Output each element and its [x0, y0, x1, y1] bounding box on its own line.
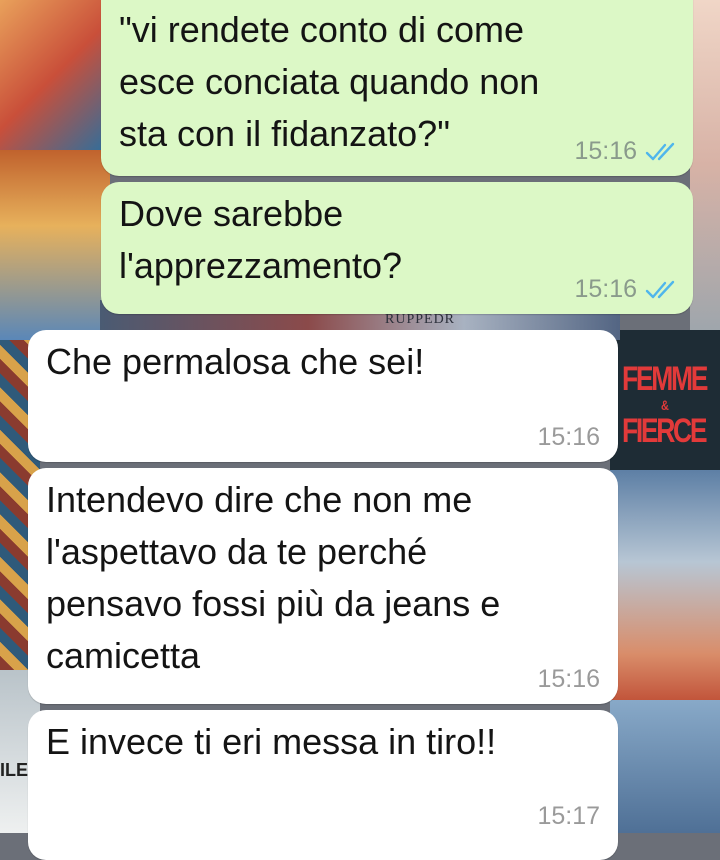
message-meta: 15:17 — [537, 802, 600, 831]
wallpaper-corner-text: ILE — [0, 760, 29, 780]
message-meta: 15:16 — [574, 275, 679, 304]
wallpaper-magazine-amp: & — [661, 397, 669, 413]
message-text: Intendevo dire che non me l'aspettavo da… — [46, 479, 501, 676]
message-bubble-incoming[interactable]: E invece ti eri messa in tiro!! 15:17 — [28, 710, 618, 860]
message-meta: 15:16 — [537, 423, 600, 452]
message-meta: 15:16 — [537, 665, 600, 694]
message-time: 15:16 — [574, 275, 637, 303]
wallpaper-tile — [610, 700, 720, 833]
message-text: "vi rendete conto di come esce conciata … — [119, 9, 540, 154]
double-check-read-icon — [645, 142, 675, 160]
message-time: 15:16 — [537, 665, 600, 693]
wallpaper-tile — [0, 0, 110, 150]
wallpaper-tile — [690, 0, 720, 330]
message-bubble-incoming[interactable]: Intendevo dire che non me l'aspettavo da… — [28, 468, 618, 704]
wallpaper-magazine-title: FEMME & FIERCE — [622, 360, 708, 450]
message-bubble-incoming[interactable]: Che permalosa che sei! 15:16 — [28, 330, 618, 462]
wallpaper-tile — [0, 150, 110, 340]
message-time: 15:16 — [574, 137, 637, 165]
message-text: Dove sarebbe l'apprezzamento? — [119, 193, 403, 286]
message-bubble-outgoing[interactable]: "vi rendete conto di come esce conciata … — [101, 0, 693, 176]
message-time: 15:17 — [537, 802, 600, 830]
wallpaper-magazine-line2: FIERCE — [622, 412, 708, 450]
message-meta: 15:16 — [574, 137, 679, 166]
wallpaper-label: RUPPEDR — [385, 312, 456, 327]
message-bubble-outgoing[interactable]: Dove sarebbe l'apprezzamento? 15:16 — [101, 182, 693, 314]
message-text: E invece ti eri messa in tiro!! — [46, 721, 497, 762]
wallpaper-magazine-line1: FEMME — [622, 360, 708, 398]
message-time: 15:16 — [537, 423, 600, 451]
wallpaper-tile — [610, 470, 720, 700]
message-text: Che permalosa che sei! — [46, 341, 425, 382]
double-check-read-icon — [645, 280, 675, 298]
